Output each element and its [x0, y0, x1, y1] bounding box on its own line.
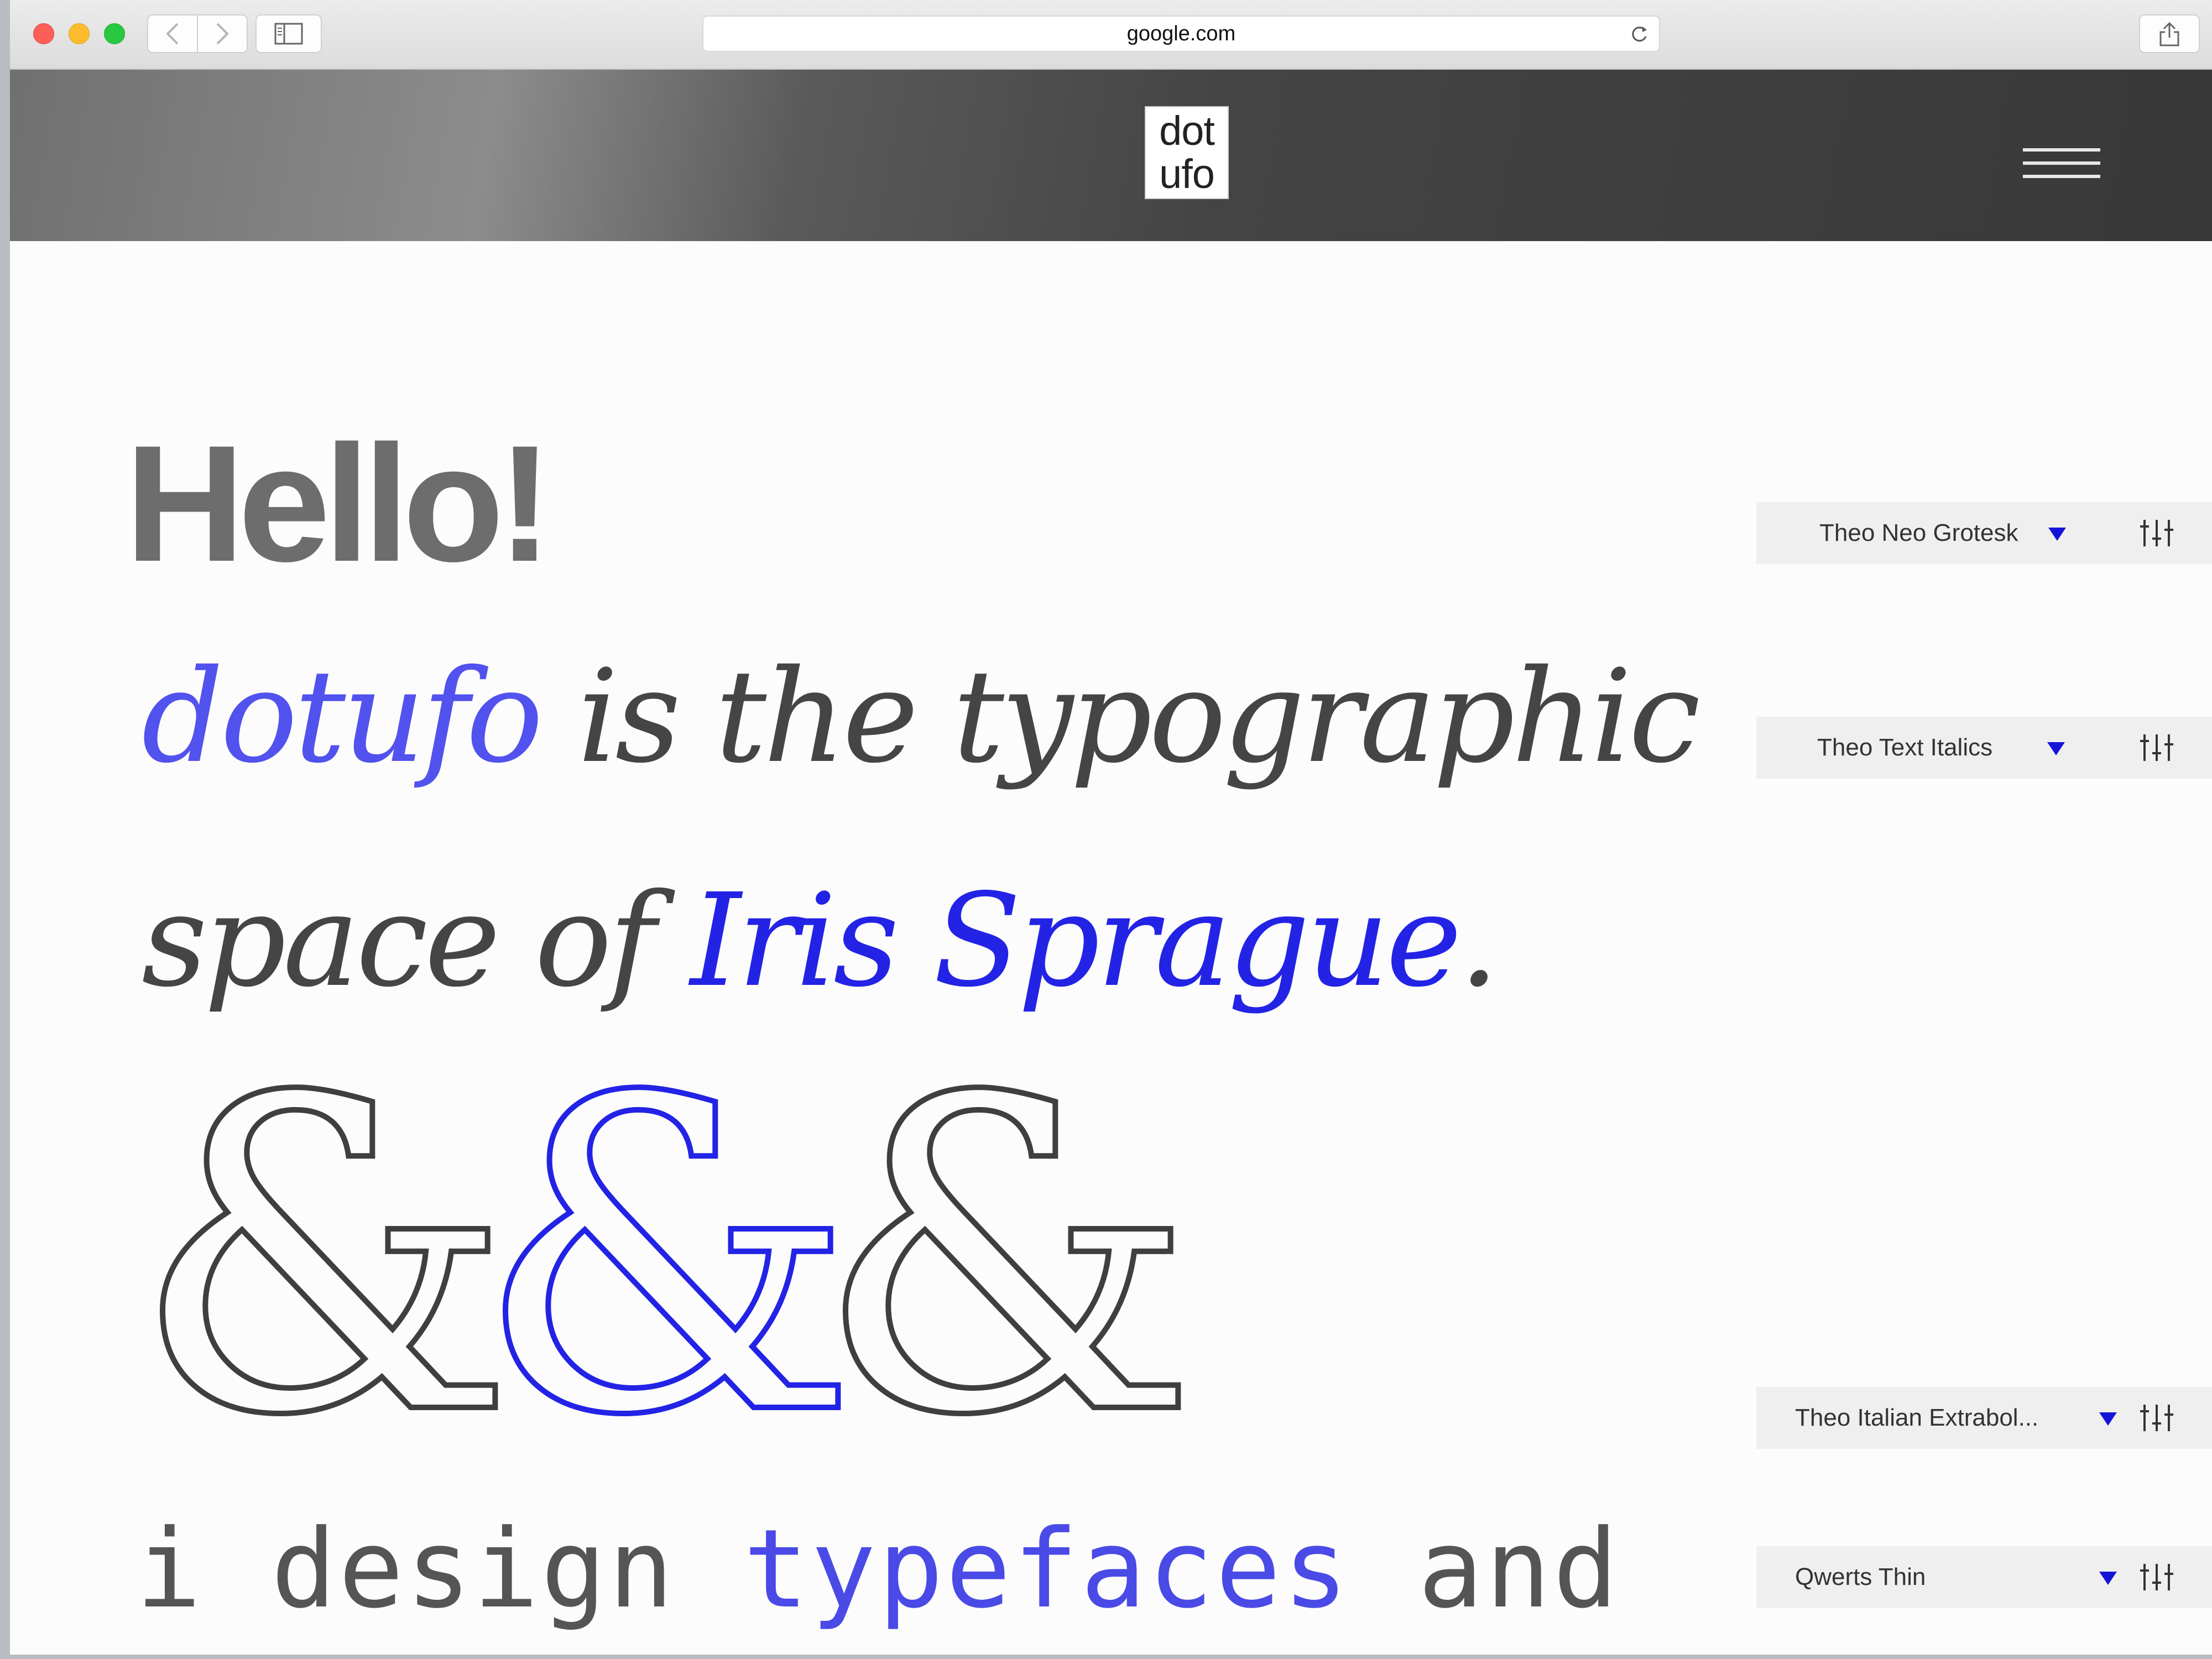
dotufo-link[interactable]: dotufo: [142, 642, 543, 791]
hamburger-menu-icon[interactable]: [2023, 148, 2100, 181]
forward-button[interactable]: [197, 14, 248, 53]
font-picker-label: Theo Text Italics: [1817, 734, 1993, 761]
hello-heading: Hello!: [125, 410, 552, 596]
font-picker-text-italics[interactable]: Theo Text Italics: [1756, 717, 2212, 779]
reload-icon[interactable]: [1628, 23, 1650, 45]
sliders-icon[interactable]: [2139, 518, 2174, 549]
address-url: google.com: [1126, 22, 1236, 45]
browser-toolbar: google.com: [10, 0, 2212, 70]
design-line-end: and: [1350, 1506, 1621, 1632]
chevron-right-icon: [216, 23, 229, 45]
address-bar[interactable]: google.com: [702, 15, 1660, 52]
intro-line-2-text: space of: [142, 866, 691, 1015]
close-window-button[interactable]: [33, 23, 54, 44]
ampersand-glyph-3: &: [812, 1007, 1201, 1509]
triangle-down-icon[interactable]: [2097, 1566, 2119, 1588]
triangle-down-icon[interactable]: [2046, 522, 2068, 544]
intro-line-1: dotufo is the typographic: [142, 653, 1700, 781]
minimize-window-button[interactable]: [69, 23, 90, 44]
share-button[interactable]: [2139, 14, 2200, 53]
fullscreen-window-button[interactable]: [104, 23, 125, 44]
intro-line-1-text: is the typographic: [540, 642, 1700, 791]
font-picker-label: Qwerts Thin: [1795, 1563, 1926, 1590]
intro-line-2: space of Iris Sprague.: [142, 877, 1499, 1005]
font-picker-label: Theo Neo Grotesk: [1819, 519, 2018, 546]
iris-sprague-link[interactable]: Iris Sprague: [690, 866, 1462, 1015]
font-picker-neo-grotesk[interactable]: Theo Neo Grotesk: [1756, 502, 2212, 564]
back-button[interactable]: [147, 14, 198, 53]
triangle-down-icon[interactable]: [2045, 737, 2067, 759]
font-picker-qwerts-thin[interactable]: Qwerts Thin: [1756, 1546, 2212, 1608]
site-header: dot ufo: [10, 70, 2212, 241]
ampersand-glyph-2: &: [472, 1007, 861, 1509]
share-icon: [2159, 22, 2179, 46]
browser-window: google.com dot ufo Hello! dotufo is the …: [10, 0, 2212, 1655]
intro-line-2-period: .: [1458, 866, 1500, 1015]
design-line-start: i design: [136, 1506, 744, 1632]
sliders-icon[interactable]: [2139, 1402, 2174, 1433]
sliders-icon[interactable]: [2139, 732, 2174, 763]
font-picker-label: Theo Italian Extrabol...: [1795, 1404, 2039, 1431]
chevron-left-icon: [166, 23, 179, 45]
site-logo[interactable]: dot ufo: [1145, 106, 1229, 199]
sliders-icon[interactable]: [2139, 1562, 2174, 1593]
font-picker-italian-extrabold[interactable]: Theo Italian Extrabol...: [1756, 1387, 2212, 1449]
triangle-down-icon[interactable]: [2097, 1407, 2119, 1429]
logo-line-dot: dot: [1159, 108, 1215, 154]
ampersand-glyph-1: &: [129, 1007, 518, 1509]
sidebar-icon: [274, 23, 303, 45]
design-line: i design typefaces and: [136, 1515, 1620, 1624]
logo-line-ufo: ufo: [1159, 151, 1215, 197]
typefaces-link[interactable]: typefaces: [743, 1506, 1350, 1632]
sidebar-toggle-button[interactable]: [255, 14, 322, 53]
